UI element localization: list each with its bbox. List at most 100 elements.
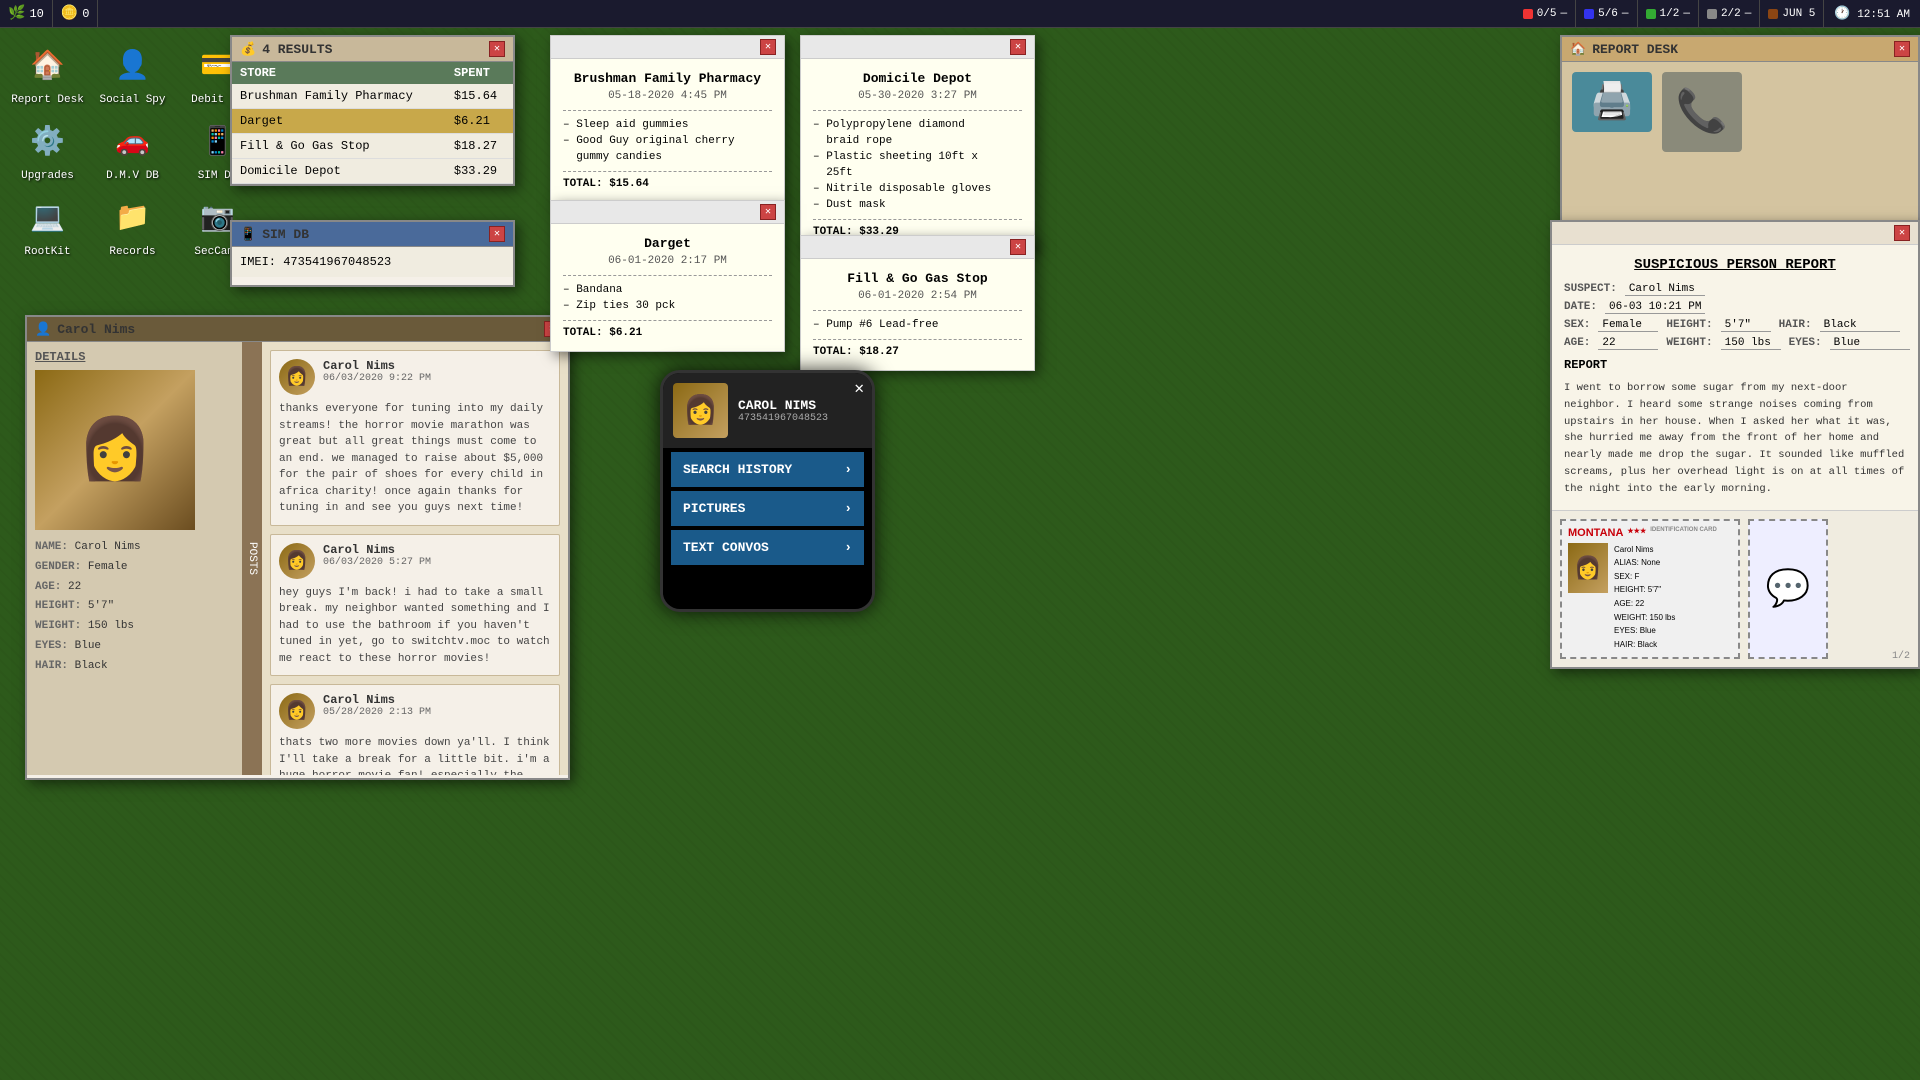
taskbar-right: 0/5 — 5/6 — 1/2 — 2/2 — JUN 5 🕐 12:51 AM xyxy=(1515,0,1920,28)
icon-dmv-db[interactable]: 🚗 D.M.V DB xyxy=(95,116,170,182)
chat-bubble-icon: 💬 xyxy=(1748,519,1828,660)
carol-posts[interactable]: 👩 Carol Nims 06/03/2020 9:22 PM thanks e… xyxy=(262,342,568,775)
post-header: 👩 Carol Nims 05/28/2020 2:13 PM xyxy=(279,693,551,729)
report-content: SUSPICIOUS PERSON REPORT SUSPECT: Carol … xyxy=(1552,245,1918,510)
receipt-fillgo-content: Fill & Go Gas Stop 06-01-2020 2:54 PM – … xyxy=(801,259,1034,370)
carol-details: DETAILS 👩 NAME: Carol Nims GENDER: Femal… xyxy=(27,342,242,775)
phone-container: 👩 CAROL NIMS 473541967048523 SEARCH HIST… xyxy=(663,373,872,609)
icon-social-spy[interactable]: 👤 Social Spy xyxy=(95,40,170,106)
field-age: AGE: 22 xyxy=(35,578,234,598)
coin-icon: 🪙 xyxy=(61,5,78,22)
phone-info: CAROL NIMS 473541967048523 xyxy=(738,398,828,424)
icon-records[interactable]: 📁 Records xyxy=(95,192,170,258)
report-desk-icon: 🏠 xyxy=(23,40,73,90)
records-label: Records xyxy=(109,246,155,258)
id-card-section: MONTANA ★★★ IDENTIFICATION CARD 👩 Carol … xyxy=(1552,510,1918,668)
report-desk-title: 🏠 REPORT DESK xyxy=(1570,42,1678,57)
imei-label: IMEI: xyxy=(240,255,276,269)
receipt-brushman-header: ✕ xyxy=(551,36,784,59)
receipt-brushman: ✕ Brushman Family Pharmacy 05-18-2020 4:… xyxy=(550,35,785,203)
printer-icon: 🖨️ xyxy=(1572,72,1652,132)
social-spy-icon: 👤 xyxy=(108,40,158,90)
icon-rootkit[interactable]: 💻 RootKit xyxy=(10,192,85,258)
col-spent: SPENT xyxy=(446,62,513,84)
post-item: 👩 Carol Nims 06/03/2020 9:22 PM thanks e… xyxy=(270,350,560,526)
carol-body: DETAILS 👩 NAME: Carol Nims GENDER: Femal… xyxy=(27,342,568,775)
simdb-close-button[interactable]: ✕ xyxy=(489,226,505,242)
taskbar-coins: 🪙 0 xyxy=(53,0,99,27)
receipt-darget: ✕ Darget 06-01-2020 2:17 PM – Bandana – … xyxy=(550,200,785,352)
carol-window-title: 👤 Carol Nims xyxy=(35,322,135,337)
status-blue-value: 5/6 xyxy=(1598,8,1618,20)
phone-search-history[interactable]: SEARCH HISTORY › xyxy=(671,452,864,487)
receipt-fillgo-header: ✕ xyxy=(801,236,1034,259)
phone-screen: 👩 CAROL NIMS 473541967048523 SEARCH HIST… xyxy=(663,373,872,609)
phone-text-convos[interactable]: TEXT CONVOS › xyxy=(671,530,864,565)
phone-window: 👩 CAROL NIMS 473541967048523 SEARCH HIST… xyxy=(660,370,875,612)
id-card-header: MONTANA ★★★ IDENTIFICATION CARD xyxy=(1568,527,1732,539)
calendar-icon xyxy=(1768,9,1778,19)
col-store: STORE xyxy=(232,62,446,84)
phone-pictures[interactable]: PICTURES › xyxy=(671,491,864,526)
receipt-domicile-content: Domicile Depot 05-30-2020 3:27 PM – Poly… xyxy=(801,59,1034,250)
report-desk-close[interactable]: ✕ xyxy=(1894,41,1910,57)
posts-tab[interactable]: POSTS xyxy=(242,342,262,775)
store-name: Fill & Go Gas Stop xyxy=(232,134,446,159)
carol-photo: 👩 xyxy=(35,370,195,530)
post-meta: Carol Nims 06/03/2020 9:22 PM xyxy=(323,359,431,384)
receipt-fillgo-close[interactable]: ✕ xyxy=(1010,239,1026,255)
report-desk-window: 🏠 REPORT DESK ✕ 🖨️ 📞 xyxy=(1560,35,1920,225)
id-card-photo: 👩 xyxy=(1568,543,1608,593)
date-value: JUN 5 xyxy=(1782,8,1815,20)
dmv-db-icon: 🚗 xyxy=(108,116,158,166)
results-icon: 💰 xyxy=(240,42,256,57)
icon-report-desk[interactable]: 🏠 Report Desk xyxy=(10,40,85,106)
id-card-type: IDENTIFICATION CARD xyxy=(1650,527,1717,539)
receipt-brushman-close[interactable]: ✕ xyxy=(760,39,776,55)
receipt-darget-close[interactable]: ✕ xyxy=(760,204,776,220)
id-card-fields: Carol Nims ALIAS: None SEX: F HEIGHT: 5'… xyxy=(1614,543,1675,652)
status-red-value: 0/5 xyxy=(1537,8,1557,20)
store-spent: $15.64 xyxy=(446,84,513,109)
avatar: 👩 xyxy=(279,543,315,579)
blue-dot-icon xyxy=(1584,9,1594,19)
receipt-domicile: ✕ Domicile Depot 05-30-2020 3:27 PM – Po… xyxy=(800,35,1035,251)
social-spy-label: Social Spy xyxy=(99,94,165,106)
carol-photo-placeholder: 👩 xyxy=(35,370,195,530)
table-row[interactable]: Brushman Family Pharmacy $15.64 xyxy=(232,84,513,109)
table-row[interactable]: Darget $6.21 xyxy=(232,109,513,134)
post-item: 👩 Carol Nims 05/28/2020 2:13 PM thats tw… xyxy=(270,684,560,775)
store-name: Brushman Family Pharmacy xyxy=(232,84,446,109)
table-row[interactable]: Domicile Depot $33.29 xyxy=(232,159,513,184)
simdb-window: 📱 SIM DB ✕ IMEI: 473541967048523 xyxy=(230,220,515,287)
avatar: 👩 xyxy=(279,359,315,395)
store-spent: $6.21 xyxy=(446,109,513,134)
status-blue: 5/6 — xyxy=(1576,0,1637,28)
table-row[interactable]: Fill & Go Gas Stop $18.27 xyxy=(232,134,513,159)
store-spent: $33.29 xyxy=(446,159,513,184)
field-eyes: EYES: Blue xyxy=(35,637,234,657)
status-gray-value: 2/2 xyxy=(1721,8,1741,20)
id-card-body: 👩 Carol Nims ALIAS: None SEX: F HEIGHT: … xyxy=(1568,543,1732,652)
desk-phone-icon: 📞 xyxy=(1662,72,1742,152)
report-window-close[interactable]: ✕ xyxy=(1894,225,1910,241)
results-window-title: 💰 4 RESULTS xyxy=(240,42,332,57)
green-dot-icon xyxy=(1646,9,1656,19)
status-red: 0/5 — xyxy=(1515,0,1576,28)
desktop-icons: 🏠 Report Desk 👤 Social Spy 💳 Debit DB ⚙️… xyxy=(10,40,255,258)
phone-close-button[interactable]: ✕ xyxy=(854,378,864,398)
receipt-domicile-header: ✕ xyxy=(801,36,1034,59)
phone-avatar: 👩 xyxy=(673,383,728,438)
report-date-row: DATE: 06-03 10:21 PM xyxy=(1564,301,1906,314)
receipt-domicile-close[interactable]: ✕ xyxy=(1010,39,1026,55)
gray-dot-icon xyxy=(1707,9,1717,19)
store-name: Darget xyxy=(232,109,446,134)
field-weight: WEIGHT: 150 lbs xyxy=(35,617,234,637)
icon-upgrades[interactable]: ⚙️ Upgrades xyxy=(10,116,85,182)
avatar: 👩 xyxy=(279,693,315,729)
results-close-button[interactable]: ✕ xyxy=(489,41,505,57)
dmv-db-label: D.M.V DB xyxy=(106,170,159,182)
simdb-header: 📱 SIM DB ✕ xyxy=(232,222,513,247)
phone-bottom-padding xyxy=(663,569,872,599)
energy-icon: 🌿 xyxy=(8,5,25,22)
